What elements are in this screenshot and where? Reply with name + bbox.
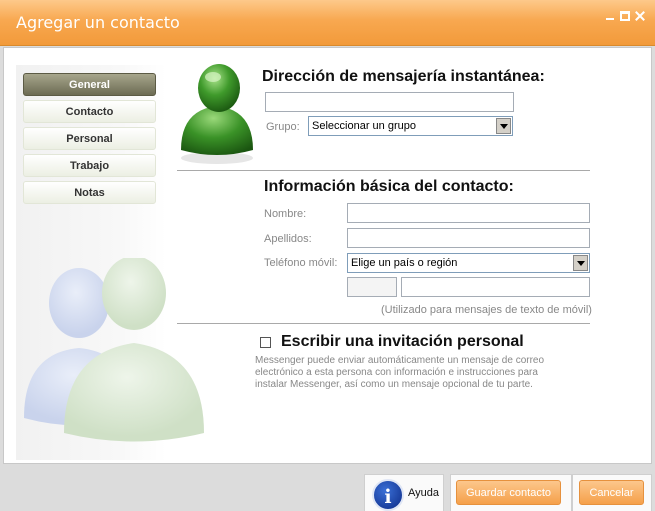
sidebar-item-notas[interactable]: Notas xyxy=(23,181,156,204)
last-name-label: Apellidos: xyxy=(264,233,312,245)
save-contact-button[interactable]: Guardar contacto xyxy=(456,480,561,505)
basic-info-heading: Información básica del contacto: xyxy=(264,178,514,195)
im-heading: Dirección de mensajería instantánea: xyxy=(262,68,545,85)
group-label: Grupo: xyxy=(266,121,300,133)
country-select-value: Elige un país o región xyxy=(351,257,458,269)
group-select-value: Seleccionar un grupo xyxy=(312,120,416,132)
minimize-icon[interactable] xyxy=(605,11,615,21)
title-bar: Agregar un contacto xyxy=(0,0,655,46)
close-icon[interactable] xyxy=(635,11,645,21)
dropdown-arrow-icon[interactable] xyxy=(496,118,511,134)
help-icon[interactable]: i xyxy=(372,479,404,511)
mobile-note: (Utilizado para mensajes de texto de móv… xyxy=(381,304,592,316)
im-address-input[interactable] xyxy=(265,92,514,112)
divider xyxy=(177,170,590,171)
window-controls xyxy=(605,11,645,21)
invite-description-line3: instalar Messenger, así como un mensaje … xyxy=(255,379,533,390)
help-label[interactable]: Ayuda xyxy=(408,487,439,499)
sidebar-item-contacto[interactable]: Contacto xyxy=(23,100,156,123)
divider xyxy=(177,323,590,324)
phone-number-input[interactable] xyxy=(401,277,590,297)
dropdown-arrow-icon[interactable] xyxy=(573,255,588,271)
invite-description-line2: electrónico a esta persona con informaci… xyxy=(255,367,538,378)
first-name-label: Nombre: xyxy=(264,208,307,220)
maximize-icon[interactable] xyxy=(620,11,630,21)
contact-avatar-icon xyxy=(181,64,253,164)
help-button[interactable]: i Ayuda xyxy=(364,474,444,511)
area-code-input[interactable] xyxy=(347,277,397,297)
main-panel: General Contacto Personal Trabajo Notas xyxy=(3,47,652,464)
group-select[interactable]: Seleccionar un grupo xyxy=(308,116,513,136)
window-title: Agregar un contacto xyxy=(16,13,180,32)
invite-label[interactable]: Escribir una invitación personal xyxy=(281,333,524,351)
invite-checkbox[interactable] xyxy=(260,337,271,348)
country-select[interactable]: Elige un país o región xyxy=(347,253,590,273)
background-buddies-icon xyxy=(24,258,204,442)
mobile-label: Teléfono móvil: xyxy=(264,257,338,269)
last-name-input[interactable] xyxy=(347,228,590,248)
cancel-button[interactable]: Cancelar xyxy=(579,480,644,505)
sidebar-item-personal[interactable]: Personal xyxy=(23,127,156,150)
invite-description-line1: Messenger puede enviar automáticamente u… xyxy=(255,355,545,366)
sidebar-item-general[interactable]: General xyxy=(23,73,156,96)
first-name-input[interactable] xyxy=(347,203,590,223)
sidebar-item-trabajo[interactable]: Trabajo xyxy=(23,154,156,177)
